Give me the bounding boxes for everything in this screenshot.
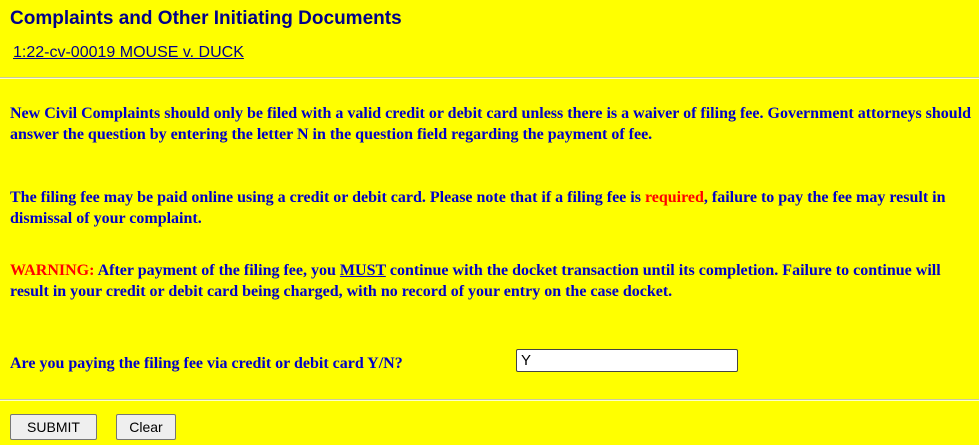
filing-fee-notice: The filing fee may be paid online using … bbox=[10, 187, 978, 229]
civil-complaint-notice: New Civil Complaints should only be file… bbox=[10, 105, 972, 143]
fee-question-label: Are you paying the filing fee via credit… bbox=[10, 355, 403, 372]
required-text: required bbox=[644, 189, 704, 206]
warning-label: WARNING: bbox=[10, 262, 95, 279]
clear-button[interactable]: Clear bbox=[116, 414, 176, 440]
page-title: Complaints and Other Initiating Document… bbox=[10, 8, 402, 29]
bottom-divider bbox=[0, 399, 979, 401]
submit-button[interactable]: SUBMIT bbox=[10, 414, 97, 440]
payment-warning-text-a: After payment of the filing fee, you bbox=[94, 262, 340, 279]
case-link[interactable]: 1:22-cv-00019 MOUSE v. DUCK bbox=[13, 44, 244, 62]
must-text: MUST bbox=[339, 262, 386, 279]
filing-fee-notice-text-a: The filing fee may be paid online using … bbox=[10, 189, 645, 206]
top-divider bbox=[0, 77, 979, 79]
fee-answer-input[interactable] bbox=[516, 349, 738, 372]
payment-warning: WARNING: After payment of the filing fee… bbox=[10, 260, 978, 302]
